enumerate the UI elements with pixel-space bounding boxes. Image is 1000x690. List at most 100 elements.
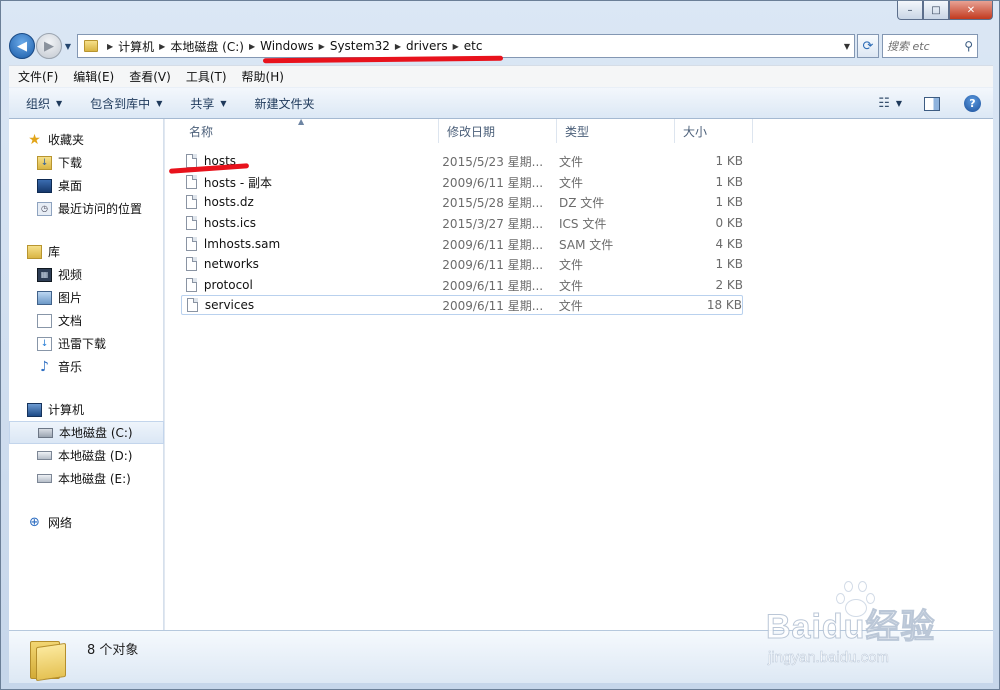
file-date: 2015/5/28 星期... xyxy=(442,195,544,210)
file-row-services[interactable]: services 2009/6/11 星期... 文件 18 KB xyxy=(181,295,743,315)
new-folder-button[interactable]: 新建文件夹 xyxy=(255,95,315,112)
pane-divider[interactable] xyxy=(164,119,165,630)
file-type: 文件 xyxy=(559,154,584,169)
file-row-networks[interactable]: networks 2009/6/11 星期... 文件 1 KB xyxy=(181,254,743,274)
file-icon xyxy=(186,175,197,189)
refresh-button[interactable]: ⟳ xyxy=(857,34,879,58)
view-options-icon[interactable]: ☷ xyxy=(878,96,890,111)
file-date: 2009/6/11 星期... xyxy=(442,298,544,313)
breadcrumb-windows[interactable]: Windows xyxy=(260,39,314,53)
search-input[interactable]: 搜索 etc ⚲ xyxy=(882,34,978,58)
menu-file[interactable]: 文件(F) xyxy=(18,68,58,85)
chevron-right-icon[interactable]: ▶ xyxy=(244,42,260,51)
nav-drive-d[interactable]: 本地磁盘 (D:) xyxy=(9,444,164,467)
file-type: 文件 xyxy=(559,278,584,293)
nav-computer[interactable]: 计算机 xyxy=(9,398,164,421)
maximize-button[interactable]: □ xyxy=(923,1,949,20)
baidu-watermark: Baidu经验 jingyan.baidu.com xyxy=(765,579,996,679)
file-size: 0 KB xyxy=(715,216,743,230)
nav-music[interactable]: ♪ 音乐 xyxy=(9,355,164,378)
chevron-right-icon[interactable]: ▶ xyxy=(154,42,170,51)
preview-pane-icon[interactable] xyxy=(924,96,940,111)
minimize-button[interactable]: – xyxy=(897,1,923,20)
command-bar: 组织 ▼ 包含到库中 ▼ 共享 ▼ 新建文件夹 ☷ ▼ ? xyxy=(9,87,993,119)
file-row-protocol[interactable]: protocol 2009/6/11 星期... 文件 2 KB xyxy=(181,275,743,295)
chevron-right-icon[interactable]: ▶ xyxy=(102,42,118,51)
file-type: ICS 文件 xyxy=(559,216,607,231)
nav-pictures-label: 图片 xyxy=(58,291,83,305)
computer-group: 计算机 本地磁盘 (C:) 本地磁盘 (D:) 本地磁盘 (E:) xyxy=(9,398,164,490)
nav-desktop[interactable]: 桌面 xyxy=(9,174,164,197)
column-header-date[interactable]: 修改日期 xyxy=(439,119,557,143)
file-row-lmhosts-sam[interactable]: lmhosts.sam 2009/6/11 星期... SAM 文件 4 KB xyxy=(181,234,743,254)
file-row-hosts-dz[interactable]: hosts.dz 2015/5/28 星期... DZ 文件 1 KB xyxy=(181,192,743,212)
breadcrumb-computer[interactable]: 计算机 xyxy=(118,38,154,55)
include-in-library-label: 包含到库中 xyxy=(90,96,151,111)
address-bar[interactable]: ▶ 计算机 ▶ 本地磁盘 (C:) ▶ Windows ▶ System32 ▶… xyxy=(77,34,855,58)
share-button[interactable]: 共享 ▼ xyxy=(190,95,226,112)
menu-bar: 文件(F) 编辑(E) 查看(V) 工具(T) 帮助(H) xyxy=(9,65,993,87)
file-name: services xyxy=(204,298,255,312)
nav-documents[interactable]: 文档 xyxy=(9,309,164,332)
breadcrumb-system32[interactable]: System32 xyxy=(330,39,390,53)
chevron-right-icon[interactable]: ▶ xyxy=(314,42,330,51)
file-icon xyxy=(186,195,197,209)
desktop-icon xyxy=(37,178,52,193)
back-arrow-icon: ◀ xyxy=(17,38,27,54)
file-date: 2009/6/11 星期... xyxy=(442,257,544,272)
file-row-hosts-copy[interactable]: hosts - 副本 2009/6/11 星期... 文件 1 KB xyxy=(181,172,743,192)
column-header-name[interactable]: 名称 xyxy=(181,119,439,143)
back-button[interactable]: ◀ xyxy=(9,33,35,59)
chevron-right-icon[interactable]: ▶ xyxy=(448,42,464,51)
nav-drive-e[interactable]: 本地磁盘 (E:) xyxy=(9,467,164,490)
nav-libraries-label: 库 xyxy=(48,245,61,259)
file-size: 1 KB xyxy=(715,175,743,189)
menu-view[interactable]: 查看(V) xyxy=(129,68,171,85)
chevron-down-icon[interactable]: ▼ xyxy=(844,42,850,51)
forward-arrow-icon: ▶ xyxy=(44,38,54,54)
recent-pages-dropdown[interactable]: ▼ xyxy=(62,42,74,51)
nav-thunder-downloads-label: 迅雷下载 xyxy=(58,337,107,351)
menu-help[interactable]: 帮助(H) xyxy=(242,68,284,85)
chevron-down-icon[interactable]: ▼ xyxy=(896,99,902,108)
search-icon[interactable]: ⚲ xyxy=(964,39,973,53)
nav-downloads[interactable]: ↓ 下载 xyxy=(9,151,164,174)
nav-pictures[interactable]: 图片 xyxy=(9,286,164,309)
organize-button[interactable]: 组织 ▼ xyxy=(26,95,62,112)
file-row-hosts[interactable]: hosts 2015/5/23 星期... 文件 1 KB xyxy=(181,151,743,171)
menu-edit[interactable]: 编辑(E) xyxy=(73,68,114,85)
nav-thunder-downloads[interactable]: ↓ 迅雷下载 xyxy=(9,332,164,355)
document-icon xyxy=(37,313,52,328)
nav-network[interactable]: ⊕ 网络 xyxy=(9,511,164,534)
watermark-brand: Baidu经验 xyxy=(765,608,936,647)
column-header-size[interactable]: 大小 xyxy=(675,119,753,143)
help-icon[interactable]: ? xyxy=(964,95,981,112)
include-in-library-button[interactable]: 包含到库中 ▼ xyxy=(90,95,162,112)
chevron-right-icon[interactable]: ▶ xyxy=(390,42,406,51)
computer-icon xyxy=(27,402,42,417)
breadcrumb-drivers[interactable]: drivers xyxy=(406,39,448,53)
file-name: lmhosts.sam xyxy=(203,237,281,251)
breadcrumb-etc[interactable]: etc xyxy=(464,39,483,53)
drive-icon xyxy=(37,474,52,483)
file-icon xyxy=(186,257,197,271)
file-date: 2015/5/23 星期... xyxy=(442,154,544,169)
close-button[interactable]: ✕ xyxy=(949,1,993,20)
libraries-group: 库 ▦ 视频 图片 文档 ↓ 迅雷下载 ♪ 音乐 xyxy=(9,240,164,378)
file-date: 2009/6/11 星期... xyxy=(442,237,544,252)
explorer-window: – □ ✕ ◀ ▶ ▼ ▶ 计算机 ▶ 本地磁盘 (C:) ▶ Windows … xyxy=(0,0,1000,690)
file-type: 文件 xyxy=(558,298,583,313)
nav-recent-places[interactable]: ◷ 最近访问的位置 xyxy=(9,197,164,220)
forward-button[interactable]: ▶ xyxy=(36,33,62,59)
menu-tools[interactable]: 工具(T) xyxy=(186,68,227,85)
column-header-type[interactable]: 类型 xyxy=(557,119,675,143)
nav-drive-c[interactable]: 本地磁盘 (C:) xyxy=(9,421,164,444)
nav-favorites[interactable]: ★ 收藏夹 xyxy=(9,128,164,151)
network-icon: ⊕ xyxy=(29,515,40,530)
file-row-hosts-ics[interactable]: hosts.ics 2015/3/27 星期... ICS 文件 0 KB xyxy=(181,213,743,233)
star-icon: ★ xyxy=(28,131,41,148)
nav-libraries[interactable]: 库 xyxy=(9,240,164,263)
breadcrumb-c-drive[interactable]: 本地磁盘 (C:) xyxy=(170,38,244,55)
nav-videos[interactable]: ▦ 视频 xyxy=(9,263,164,286)
file-list: ▲ 名称 修改日期 类型 大小 hosts 2015/5/23 星期... 文件… xyxy=(173,117,993,630)
